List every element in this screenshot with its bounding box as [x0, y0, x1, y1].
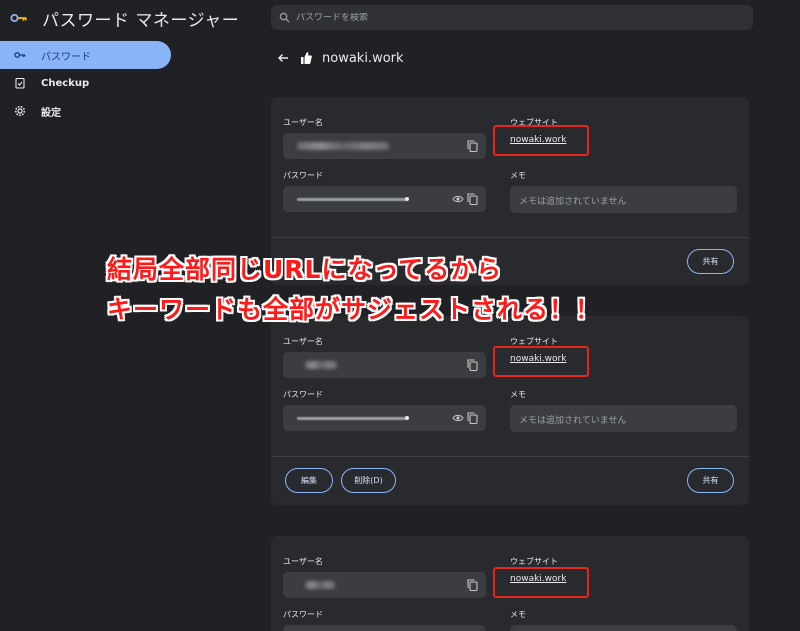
password-field[interactable]: [283, 186, 486, 212]
website-label: ウェブサイト: [510, 118, 558, 127]
search-icon: [279, 12, 290, 23]
username-value-blurred: [305, 361, 337, 369]
password-masked: [297, 198, 407, 201]
memo-field[interactable]: [510, 625, 737, 631]
website-link[interactable]: nowaki.work: [510, 574, 566, 584]
sidebar-item-label: パスワード: [41, 51, 91, 63]
clipboard-check-icon: [14, 77, 26, 89]
share-button[interactable]: 共有: [687, 249, 734, 274]
username-label: ユーザー名: [283, 337, 323, 346]
password-mask-dot: [405, 416, 409, 420]
edit-button[interactable]: 編集: [285, 468, 333, 493]
website-link[interactable]: nowaki.work: [510, 354, 566, 364]
memo-field[interactable]: メモは追加されていません: [510, 186, 737, 213]
copy-icon[interactable]: [467, 193, 478, 205]
delete-button[interactable]: 削除(D): [341, 468, 396, 493]
annotation-text: 結局全部同じURLになってるから: [107, 255, 503, 284]
password-field[interactable]: [283, 625, 486, 631]
copy-icon[interactable]: [467, 140, 478, 152]
memo-placeholder: メモは追加されていません: [519, 197, 627, 207]
website-label: ウェブサイト: [510, 557, 558, 566]
key-icon: [14, 49, 26, 61]
memo-label: メモ: [510, 390, 526, 399]
app-title: パスワード マネージャー: [42, 10, 240, 31]
annotation-text: キーワードも全部がサジェストされる！！: [107, 295, 602, 324]
sidebar-item-passwords[interactable]: パスワード: [0, 41, 171, 69]
thumbs-up-icon: [301, 52, 312, 64]
password-label: パスワード: [283, 171, 323, 180]
username-label: ユーザー名: [283, 557, 323, 566]
sidebar-item-settings[interactable]: 設定: [0, 97, 175, 125]
eye-icon[interactable]: [452, 194, 464, 204]
memo-placeholder: メモは追加されていません: [519, 416, 627, 426]
memo-label: メモ: [510, 610, 526, 619]
card-divider: [271, 456, 749, 457]
website-label: ウェブサイト: [510, 337, 558, 346]
website-link[interactable]: nowaki.work: [510, 135, 566, 145]
search-input[interactable]: [296, 12, 716, 23]
password-label: パスワード: [283, 610, 323, 619]
password-masked: [297, 417, 407, 420]
sidebar-item-checkup[interactable]: Checkup: [0, 69, 175, 97]
sidebar: パスワード Checkup 設定: [0, 41, 175, 125]
memo-label: メモ: [510, 171, 526, 180]
eye-icon[interactable]: [452, 413, 464, 423]
site-header: nowaki.work: [277, 47, 404, 69]
arrow-left-icon[interactable]: [277, 52, 289, 64]
username-label: ユーザー名: [283, 118, 323, 127]
search-bar[interactable]: [271, 5, 753, 30]
credential-card: ユーザー名 ウェブサイト nowaki.work パスワード メモ メモは追加さ…: [271, 316, 749, 505]
site-title: nowaki.work: [322, 50, 404, 66]
username-field[interactable]: [283, 572, 486, 598]
copy-icon[interactable]: [467, 359, 478, 371]
password-label: パスワード: [283, 390, 323, 399]
username-value-blurred: [305, 581, 335, 589]
key-icon: [10, 13, 27, 23]
gear-icon: [14, 105, 26, 117]
app-header: パスワード マネージャー: [10, 3, 239, 33]
password-field[interactable]: [283, 405, 486, 431]
username-value-blurred: [297, 142, 389, 150]
username-field[interactable]: [283, 352, 486, 378]
username-field[interactable]: [283, 133, 486, 159]
credential-card: ユーザー名 ウェブサイト nowaki.work パスワード メモ: [271, 536, 749, 631]
memo-field[interactable]: メモは追加されていません: [510, 405, 737, 432]
share-button[interactable]: 共有: [687, 468, 734, 493]
copy-icon[interactable]: [467, 579, 478, 591]
sidebar-item-label: 設定: [41, 107, 61, 119]
card-divider: [271, 237, 749, 238]
sidebar-item-label: Checkup: [41, 77, 90, 89]
password-mask-dot: [405, 197, 409, 201]
copy-icon[interactable]: [467, 412, 478, 424]
